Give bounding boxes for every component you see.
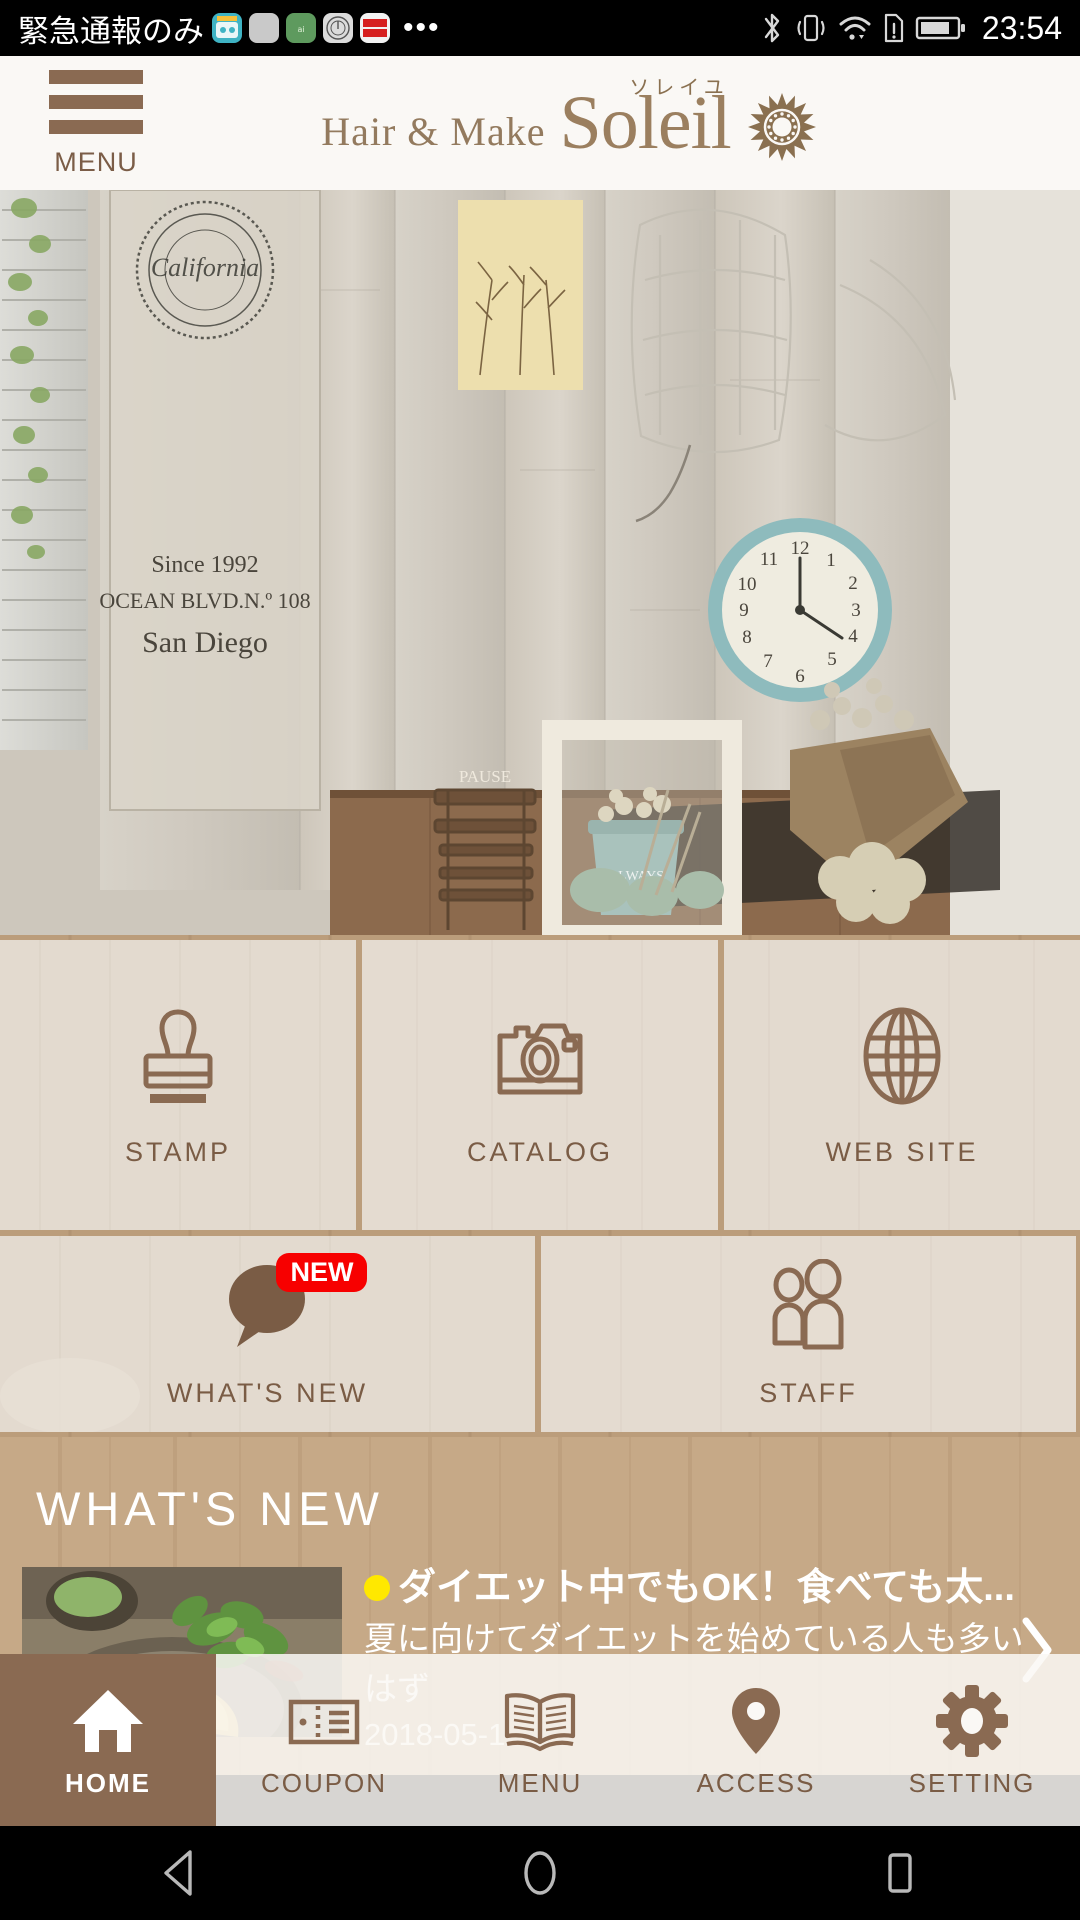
- tab-access-label: ACCESS: [696, 1767, 816, 1798]
- app-icon-gray: [249, 13, 279, 43]
- svg-text:2: 2: [848, 573, 858, 594]
- new-badge: NEW: [276, 1253, 368, 1292]
- svg-text:OCEAN BLVD.N.º 108: OCEAN BLVD.N.º 108: [99, 588, 310, 613]
- tab-menu-label: MENU: [497, 1767, 583, 1798]
- tile-web-site[interactable]: WEB SITE: [724, 940, 1080, 1230]
- feature-grid: STAMP CATALOG WEB SITE NEW WHAT'S NEW ST…: [0, 935, 1080, 1437]
- svg-text:1: 1: [826, 550, 836, 571]
- app-icon-teal: [212, 13, 242, 43]
- ticket-icon: [285, 1682, 363, 1760]
- svg-text:ai: ai: [297, 25, 304, 34]
- tab-coupon[interactable]: COUPON: [216, 1654, 432, 1826]
- tab-home-label: HOME: [65, 1767, 151, 1798]
- tab-menu[interactable]: MENU: [432, 1654, 648, 1826]
- svg-text:7: 7: [763, 651, 773, 672]
- carrier-label: 緊急通報のみ: [18, 13, 204, 49]
- tile-staff[interactable]: STAFF: [541, 1236, 1076, 1432]
- feature-grid-row-1: STAMP CATALOG WEB SITE: [0, 940, 1080, 1230]
- svg-text:Since 1992: Since 1992: [151, 552, 258, 578]
- battery-icon: [915, 10, 967, 46]
- tab-setting[interactable]: SETTING: [864, 1654, 1080, 1826]
- app-icon-circle-gray: [323, 13, 353, 43]
- svg-text:9: 9: [739, 600, 749, 621]
- camera-icon: [486, 1002, 594, 1115]
- svg-text:11: 11: [760, 549, 778, 570]
- news-headline: ダイエット中でもOK！食べても太...: [364, 1567, 1024, 1610]
- svg-text:3: 3: [851, 600, 861, 621]
- wifi-icon: [837, 10, 873, 46]
- logo-prefix: Hair & Make: [321, 108, 546, 154]
- brand-logo[interactable]: Hair & Make ソレイユ Soleil: [0, 56, 1080, 190]
- bottom-tab-bar: HOME COUPON MENU ACCESS SETTING: [0, 1654, 1080, 1826]
- system-status-icons: 23:54: [759, 10, 1062, 47]
- whats-new-title: WHAT'S NEW: [36, 1482, 384, 1535]
- svg-text:San Diego: San Diego: [142, 626, 268, 659]
- tab-setting-label: SETTING: [908, 1767, 1036, 1798]
- status-overflow-icon: •••: [403, 11, 441, 44]
- tile-stamp-content: STAMP: [124, 1002, 232, 1168]
- notification-icons: ai •••: [212, 13, 441, 43]
- people-icon: [761, 1258, 857, 1356]
- logo-furigana: ソレイユ: [629, 76, 729, 99]
- svg-text:5: 5: [827, 649, 837, 670]
- app-screen: 緊急通報のみ ai ••• 23:54 MENU Hair & Make ソレイ…: [0, 0, 1080, 1920]
- tile-catalog[interactable]: CATALOG: [362, 940, 718, 1230]
- tile-catalog-label: CATALOG: [466, 1137, 614, 1167]
- status-bar: 緊急通報のみ ai ••• 23:54: [0, 0, 1080, 56]
- tile-whats-new-label: WHAT'S NEW: [166, 1378, 369, 1408]
- app-icon-red: [360, 13, 390, 43]
- tab-home[interactable]: HOME: [0, 1654, 216, 1826]
- svg-text:12: 12: [791, 538, 810, 559]
- svg-text:California: California: [151, 253, 259, 282]
- book-icon: [501, 1682, 579, 1760]
- app-header: MENU Hair & Make ソレイユ Soleil: [0, 56, 1080, 190]
- map-pin-icon: [717, 1682, 795, 1760]
- sunflower-icon: [745, 90, 819, 164]
- tile-whats-new-content: NEW WHAT'S NEW: [166, 1253, 369, 1409]
- tab-access[interactable]: ACCESS: [648, 1654, 864, 1826]
- svg-text:PAUSE: PAUSE: [459, 767, 511, 786]
- tile-catalog-content: CATALOG: [467, 1002, 613, 1168]
- feature-grid-row-2: NEW WHAT'S NEW STAFF: [0, 1236, 1080, 1432]
- tile-staff-label: STAFF: [759, 1378, 858, 1408]
- tile-web-site-content: WEB SITE: [825, 1002, 978, 1168]
- recents-square-icon[interactable]: [840, 1826, 960, 1920]
- tile-whats-new[interactable]: NEW WHAT'S NEW: [0, 1236, 535, 1432]
- stamp-icon: [124, 1002, 232, 1115]
- gear-icon: [933, 1682, 1011, 1760]
- logo-name-wrap: ソレイユ Soleil: [559, 77, 731, 161]
- home-icon: [69, 1682, 147, 1760]
- bluetooth-icon: [759, 10, 785, 46]
- clock-label: 23:54: [981, 9, 1062, 46]
- tile-stamp[interactable]: STAMP: [0, 940, 356, 1230]
- back-triangle-icon[interactable]: [120, 1826, 240, 1920]
- yellow-dot-icon: [364, 1575, 390, 1602]
- globe-icon: [848, 1002, 956, 1115]
- android-nav-bar: [0, 1826, 1080, 1920]
- tile-web-site-label: WEB SITE: [825, 1137, 979, 1167]
- vibrate-icon: [794, 10, 828, 46]
- home-circle-icon[interactable]: [480, 1826, 600, 1920]
- tile-staff-content: STAFF: [759, 1258, 858, 1409]
- svg-text:8: 8: [742, 627, 752, 648]
- svg-text:4: 4: [848, 626, 858, 647]
- speech-bubble-icon: NEW: [221, 1253, 368, 1356]
- svg-text:6: 6: [795, 666, 805, 687]
- hero-image[interactable]: California Since 1992 OCEAN BLVD.N.º 108…: [0, 190, 1080, 935]
- news-headline-text: ダイエット中でもOK！食べても太...: [398, 1567, 1015, 1609]
- tab-coupon-label: COUPON: [260, 1767, 388, 1798]
- app-icon-green: ai: [286, 13, 316, 43]
- sim-alert-icon: [882, 10, 906, 46]
- svg-text:10: 10: [738, 574, 757, 595]
- tile-stamp-label: STAMP: [124, 1137, 231, 1167]
